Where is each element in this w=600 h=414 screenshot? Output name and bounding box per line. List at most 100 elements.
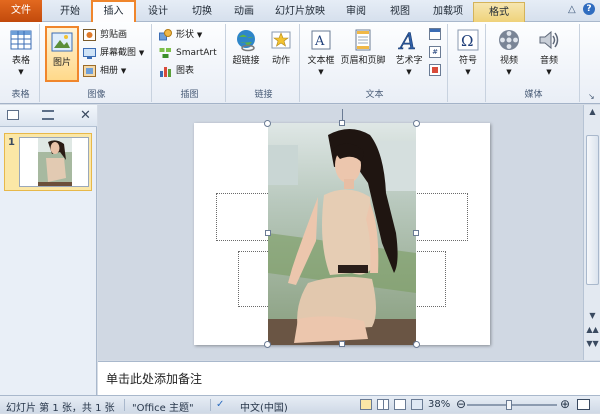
album-button[interactable]: 相册 ▼ <box>82 63 126 79</box>
slides-tab-icon[interactable] <box>7 110 19 120</box>
table-icon <box>10 30 32 50</box>
screenshot-button[interactable]: 屏幕截图 ▼ <box>82 45 144 61</box>
tab-home[interactable]: 开始 <box>50 2 90 22</box>
status-bar: 幻灯片 第 1 张，共 1 张 "Office 主题" ✓ 中文(中国) 38%… <box>0 395 600 414</box>
zoom-slider-track[interactable] <box>467 404 557 406</box>
tab-slideshow[interactable]: 幻灯片放映 <box>270 2 330 22</box>
reading-view-icon[interactable] <box>394 399 406 410</box>
table-button[interactable]: 表格 ▼ <box>4 26 38 82</box>
scroll-up-icon[interactable]: ▲ <box>586 107 599 116</box>
spelling-check-icon[interactable]: ✓ <box>216 399 224 410</box>
dropdown-arrow-icon: ▼ <box>546 68 552 76</box>
film-reel-icon <box>499 30 519 50</box>
clipart-icon <box>83 29 96 41</box>
dialog-launcher-icon[interactable]: ↘ <box>588 92 595 101</box>
normal-view-icon[interactable] <box>360 399 372 410</box>
object-icon[interactable] <box>429 64 441 76</box>
tab-view[interactable]: 视图 <box>382 2 418 22</box>
resize-handle-right[interactable] <box>413 230 419 236</box>
wordart-button[interactable]: A 艺术字 ▼ <box>392 26 426 82</box>
next-slide-icon[interactable]: ▼▼ <box>586 339 599 348</box>
wordart-icon: A <box>398 30 416 52</box>
svg-text:A: A <box>314 34 325 49</box>
resize-handle-top-right[interactable] <box>413 120 420 127</box>
dropdown-arrow-icon: ▼ <box>120 67 127 75</box>
theme-status[interactable]: "Office 主题" <box>132 399 194 414</box>
shapes-button[interactable]: 形状 ▼ <box>158 27 202 43</box>
group-media: 视频 ▼ 音频 ▼ 媒体 <box>488 24 580 102</box>
smartart-button[interactable]: SmartArt <box>158 45 217 61</box>
clipart-button[interactable]: 剪贴画 <box>82 27 127 43</box>
picture-button[interactable]: 图片 <box>45 26 79 82</box>
fit-to-window-icon[interactable] <box>577 399 590 410</box>
tab-addins[interactable]: 加载项 <box>426 2 470 22</box>
slide[interactable] <box>194 123 490 345</box>
picture-label: 图片 <box>52 58 71 68</box>
resize-handle-top-left[interactable] <box>264 120 271 127</box>
resize-handle-left[interactable] <box>265 230 271 236</box>
action-button[interactable]: 动作 <box>264 26 298 82</box>
dropdown-arrow-icon: ▼ <box>506 68 512 76</box>
zoom-slider-thumb[interactable] <box>506 400 512 410</box>
group-label-text: 文本 <box>365 90 384 100</box>
album-label: 相册 <box>100 66 119 76</box>
dropdown-arrow-icon: ▼ <box>138 49 145 57</box>
resize-handle-bottom-right[interactable] <box>413 341 420 348</box>
vertical-scrollbar[interactable]: ▲ ▼ ▲▲ ▼▼ <box>583 105 600 360</box>
tab-design[interactable]: 设计 <box>140 2 176 22</box>
previous-slide-icon[interactable]: ▲▲ <box>586 325 599 334</box>
wordart-label: 艺术字 ▼ <box>395 56 423 76</box>
textbox-button[interactable]: A 文本框 ▼ <box>304 26 338 82</box>
notes-pane[interactable]: 单击此处添加备注 <box>98 361 600 395</box>
date-time-icon[interactable] <box>429 28 441 40</box>
picture-icon <box>51 32 73 52</box>
video-button[interactable]: 视频 ▼ <box>492 26 526 82</box>
header-footer-icon <box>355 29 371 51</box>
ribbon-tab-bar: 文件 开始 插入 设计 切换 动画 幻灯片放映 审阅 视图 加载项 格式 △ ? <box>0 0 600 23</box>
slide-thumbnail <box>19 137 89 187</box>
screenshot-label: 屏幕截图 <box>100 48 137 58</box>
hyperlink-button[interactable]: 超链接 <box>229 26 263 82</box>
header-footer-button[interactable]: 页眉和页脚 <box>340 26 386 82</box>
slide-sorter-view-icon[interactable] <box>377 399 389 410</box>
close-pane-icon[interactable]: ✕ <box>80 108 91 123</box>
tab-insert[interactable]: 插入 <box>91 0 136 23</box>
hyperlink-label: 超链接 <box>232 56 260 66</box>
omega-symbol-icon: Ω <box>457 29 479 51</box>
tab-format[interactable]: 格式 <box>473 2 525 22</box>
tab-review[interactable]: 审阅 <box>338 2 374 22</box>
tab-transitions[interactable]: 切换 <box>184 2 220 22</box>
zoom-level[interactable]: 38% <box>428 399 450 410</box>
thumbnail-photo <box>20 138 88 186</box>
help-icon[interactable]: ? <box>583 3 595 15</box>
globe-link-icon <box>237 30 255 52</box>
zoom-out-icon[interactable]: ⊖ <box>456 397 466 411</box>
svg-text:A: A <box>398 30 416 52</box>
outline-tab-icon[interactable] <box>42 110 54 120</box>
ribbon-collapse-icon[interactable]: △ <box>568 4 576 15</box>
dropdown-arrow-icon: ▼ <box>18 68 24 76</box>
resize-handle-top[interactable] <box>339 120 345 126</box>
audio-button[interactable]: 音频 ▼ <box>532 26 566 82</box>
shapes-icon <box>159 29 172 41</box>
zoom-in-icon[interactable]: ⊕ <box>560 397 570 411</box>
slide-number-icon[interactable]: # <box>429 46 441 58</box>
slide-thumbnail-item[interactable]: 1 <box>4 133 92 191</box>
shapes-label: 形状 <box>176 30 195 40</box>
language-status[interactable]: 中文(中国) <box>240 399 288 414</box>
selected-picture[interactable] <box>268 123 416 345</box>
scroll-thumb[interactable] <box>586 135 599 285</box>
scroll-down-icon[interactable]: ▼ <box>586 311 599 320</box>
tab-animations[interactable]: 动画 <box>226 2 262 22</box>
resize-handle-bottom[interactable] <box>339 341 345 347</box>
symbol-button[interactable]: Ω 符号 ▼ <box>451 26 485 82</box>
pane-tabs: ✕ <box>0 105 97 127</box>
rotation-handle-line <box>342 109 343 120</box>
textbox-label: 文本框 ▼ <box>307 56 335 76</box>
resize-handle-bottom-left[interactable] <box>264 341 271 348</box>
chart-button[interactable]: 图表 <box>158 63 194 79</box>
tab-file[interactable]: 文件 <box>0 0 42 22</box>
group-label-image: 图像 <box>87 90 106 100</box>
group-table: 表格 ▼ 表格 <box>2 24 40 102</box>
slideshow-view-icon[interactable] <box>411 399 423 410</box>
